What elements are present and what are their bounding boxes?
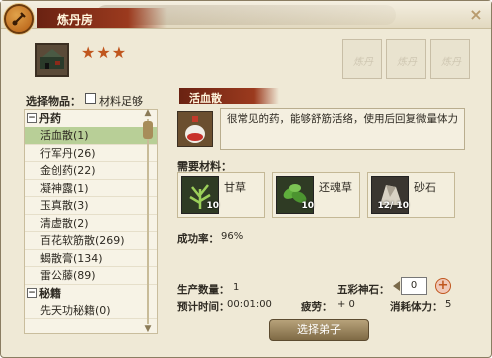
list-item[interactable]: 活血散(1) [25,127,157,145]
materials-enough-checkbox[interactable] [85,93,96,104]
success-rate-label: 成功率： [177,233,219,245]
disciple-slot-1[interactable]: 炼丹 [342,39,382,79]
list-item[interactable]: 金创药(22) [25,162,157,180]
slot-watermark: 炼丹 [441,57,461,68]
scroll-down-icon[interactable]: ▼ [143,325,153,334]
item-list-scrollbar[interactable]: ▲ ▼ [142,109,154,334]
slot-watermark: 炼丹 [397,57,417,68]
close-button[interactable]: × [467,6,485,24]
stamina-label: 消耗体力： [390,301,443,313]
fatigue-label: 疲劳： [301,301,333,313]
potion-bottle-icon [177,111,213,147]
alchemy-window: 炼丹房 × ★★★ 炼丹 炼丹 炼丹 选择物品： 材料足够 − 丹药 活血散(1)… [0,0,492,358]
item-list: − 丹药 活血散(1) 行军丹(26) 金创药(22) 凝神露(1) 玉真散(3)… [24,109,158,334]
slot-watermark: 炼丹 [353,57,373,68]
group-label: 秘籍 [39,286,61,300]
list-item[interactable]: 蝎散膏(134) [25,250,157,267]
collapse-toggle[interactable]: − [27,113,37,123]
item-name-tab: 活血散 [179,88,279,105]
time-label: 预计时间： [177,301,230,313]
material-quantity: 10 [301,201,314,211]
item-description: 很常见的药，能够舒筋活络，使用后回复微量体力 [220,108,465,150]
time-value: 00:01:00 [227,299,272,310]
stone-decrease-icon[interactable] [393,281,400,291]
list-item[interactable]: 先天功秘籍(0) [25,302,157,319]
quantity-value: 1 [233,282,240,293]
list-item[interactable]: 玉真散(3) [25,197,157,215]
material-slot-1[interactable]: 10 甘草 [177,172,265,218]
scroll-up-icon[interactable]: ▲ [143,109,153,118]
materials-enough-label[interactable]: 材料足够 [99,93,143,109]
list-item[interactable]: 行军丹(26) [25,145,157,162]
stone-quantity-input[interactable]: 0 [401,277,427,295]
stone-increase-icon[interactable]: + [435,278,451,294]
disciple-slot-2[interactable]: 炼丹 [386,39,426,79]
quantity-label: 生产数量： [177,284,230,296]
group-manuals[interactable]: − 秘籍 [25,285,157,302]
material-quantity: 12/ 10 [377,201,409,211]
stone-label: 五彩神石： [337,284,390,296]
material-name: 还魂草 [319,181,352,194]
material-quantity: 10 [206,201,219,211]
cauldron-icon [4,4,34,34]
material-name: 砂石 [414,181,436,194]
material-name: 甘草 [224,181,246,194]
disciple-slot-3[interactable]: 炼丹 [430,39,470,79]
fatigue-value: + 0 [337,299,355,310]
success-rate-value: 96% [221,231,244,242]
select-items-label: 选择物品： [26,95,81,108]
list-item[interactable]: 凝神露(1) [25,180,157,197]
list-item[interactable]: 百花软筋散(269) [25,232,157,250]
rating-stars: ★★★ [81,43,128,62]
select-disciple-button[interactable]: 选择弟子 [269,319,369,341]
scroll-thumb[interactable] [143,121,153,139]
group-pills[interactable]: − 丹药 [25,110,157,127]
material-slot-3[interactable]: 12/ 10 砂石 [367,172,455,218]
list-item[interactable]: 清虚散(2) [25,215,157,232]
material-slot-2[interactable]: 10 还魂草 [272,172,360,218]
stamina-value: 5 [445,299,452,310]
room-portrait-icon [35,43,69,77]
window-title: 炼丹房 [37,8,167,28]
group-label: 丹药 [39,112,61,125]
scroll-track[interactable] [147,119,149,324]
list-item[interactable]: 雷公藤(89) [25,267,157,285]
collapse-toggle[interactable]: − [27,287,37,298]
